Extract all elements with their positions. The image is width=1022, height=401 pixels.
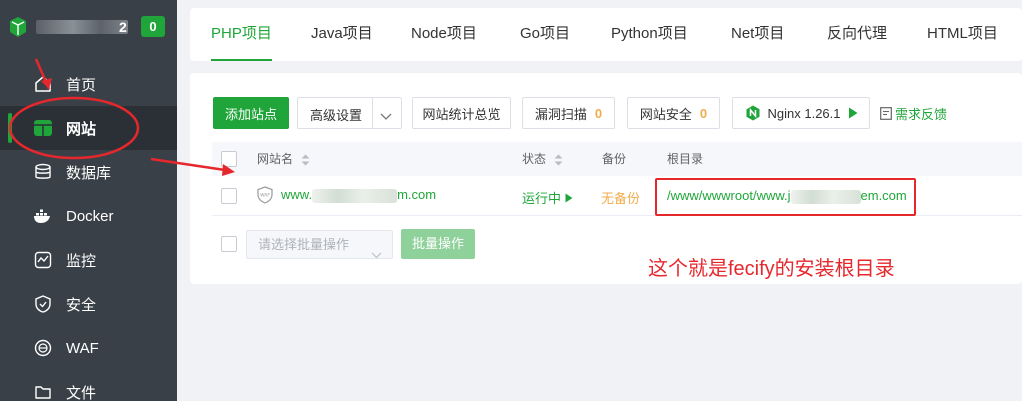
nginx-button[interactable]: Nginx 1.26.1 <box>732 97 870 129</box>
nginx-version: Nginx 1.26.1 <box>767 105 841 121</box>
redacted-domain <box>312 188 398 203</box>
feedback-label: 需求反馈 <box>895 107 948 122</box>
chevron-down-icon[interactable] <box>380 109 392 124</box>
advanced-settings-label: 高级设置 <box>310 108 363 123</box>
sidebar-item-home[interactable]: 首页 <box>0 62 177 106</box>
advanced-settings-dropdown[interactable]: 高级设置 <box>297 97 402 129</box>
vuln-scan-button[interactable]: 漏洞扫描 0 <box>522 97 615 129</box>
sidebar-item-label: 数据库 <box>66 164 112 182</box>
batch-operation-placeholder: 请选择批量操作 <box>258 237 350 252</box>
sidebar-item-label: WAF <box>66 339 99 357</box>
site-security-label: 网站安全 <box>639 106 692 122</box>
site-security-count: 0 <box>699 105 708 121</box>
status-running[interactable]: 运行中 <box>522 188 573 207</box>
project-tabs: PHP项目 Java项目 Node项目 Go项目 Python项目 Net项目 … <box>190 8 1022 61</box>
split-divider <box>372 98 373 128</box>
batch-operation-button[interactable]: 批量操作 <box>401 229 475 259</box>
chevron-down-icon <box>371 241 382 268</box>
tab-net[interactable]: Net项目 <box>731 8 784 61</box>
add-site-button[interactable]: 添加站点 <box>213 97 289 129</box>
column-backup: 备份 <box>602 152 627 166</box>
home-icon <box>33 74 53 94</box>
row-checkbox[interactable] <box>221 188 237 204</box>
sidebar-item-database[interactable]: 数据库 <box>0 150 177 194</box>
highlight-box <box>655 178 916 216</box>
tab-python[interactable]: Python项目 <box>611 8 688 61</box>
sort-icon <box>301 154 310 166</box>
tab-php[interactable]: PHP项目 <box>211 8 272 61</box>
tab-reverse-proxy[interactable]: 反向代理 <box>827 8 887 61</box>
status-label: 运行中 <box>522 191 562 206</box>
feedback-link[interactable]: 需求反馈 <box>880 104 947 123</box>
play-icon <box>565 193 573 202</box>
sidebar-item-label: 网站 <box>66 120 97 138</box>
backup-status-link[interactable]: 无备份 <box>601 188 640 207</box>
column-status-label: 状态 <box>522 152 547 166</box>
waf-shield-icon: WAF <box>257 186 273 209</box>
column-site-name[interactable]: 网站名 <box>257 142 310 176</box>
tab-html[interactable]: HTML项目 <box>927 8 998 61</box>
sidebar-item-waf[interactable]: WAF <box>0 326 177 370</box>
site-name-link[interactable]: www. m.com <box>281 187 436 203</box>
sidebar-header: 2 0 <box>0 0 177 56</box>
sort-icon <box>554 154 563 166</box>
folder-icon <box>33 382 53 401</box>
logo-icon <box>10 17 26 37</box>
sidebar-item-docker[interactable]: Docker <box>0 194 177 238</box>
globe-icon <box>33 118 53 138</box>
vuln-scan-label: 漏洞扫描 <box>534 106 587 122</box>
batch-operation-select[interactable]: 请选择批量操作 <box>246 230 393 259</box>
docker-icon <box>33 206 53 226</box>
sidebar-item-files[interactable]: 文件 <box>0 370 177 401</box>
site-name-suffix: m.com <box>397 187 437 202</box>
sidebar-item-label: 首页 <box>66 76 97 94</box>
column-site-name-label: 网站名 <box>257 152 294 166</box>
username-suffix: 2 <box>119 19 127 35</box>
sidebar-item-label: 监控 <box>66 252 97 270</box>
sidebar-item-label: 文件 <box>66 384 97 401</box>
site-name-prefix: www. <box>281 187 313 202</box>
vuln-scan-count: 0 <box>594 105 603 121</box>
feedback-icon <box>880 107 892 120</box>
monitor-icon <box>33 250 53 270</box>
column-root-dir: 根目录 <box>667 152 704 166</box>
username-redacted <box>36 20 128 34</box>
site-security-button[interactable]: 网站安全 0 <box>627 97 720 129</box>
annotation-text: 这个就是fecify的安装根目录 <box>648 258 895 280</box>
sidebar-item-label: 安全 <box>66 296 97 314</box>
sidebar: 2 0 首页 网站 数据库 Docker 监控 安全 WAF 文件 <box>0 0 177 401</box>
tab-java[interactable]: Java项目 <box>311 8 373 61</box>
tab-node[interactable]: Node项目 <box>411 8 477 61</box>
waf-icon <box>33 338 53 358</box>
play-icon <box>848 107 858 119</box>
column-status[interactable]: 状态 <box>522 142 563 176</box>
sidebar-item-monitor[interactable]: 监控 <box>0 238 177 282</box>
svg-text:WAF: WAF <box>260 193 270 199</box>
nginx-logo-icon <box>745 105 761 121</box>
shield-icon <box>33 294 53 314</box>
sidebar-item-label: Docker <box>66 207 114 225</box>
site-stats-overview-button[interactable]: 网站统计总览 <box>412 97 511 129</box>
sidebar-item-security[interactable]: 安全 <box>0 282 177 326</box>
batch-select-checkbox[interactable] <box>221 236 237 252</box>
table-header: 网站名 状态 备份 根目录 <box>212 142 1022 176</box>
select-all-checkbox[interactable] <box>221 151 237 167</box>
sidebar-item-website[interactable]: 网站 <box>0 106 177 150</box>
database-icon <box>33 162 53 182</box>
tab-go[interactable]: Go项目 <box>520 8 570 61</box>
task-count-badge[interactable]: 0 <box>141 16 165 37</box>
